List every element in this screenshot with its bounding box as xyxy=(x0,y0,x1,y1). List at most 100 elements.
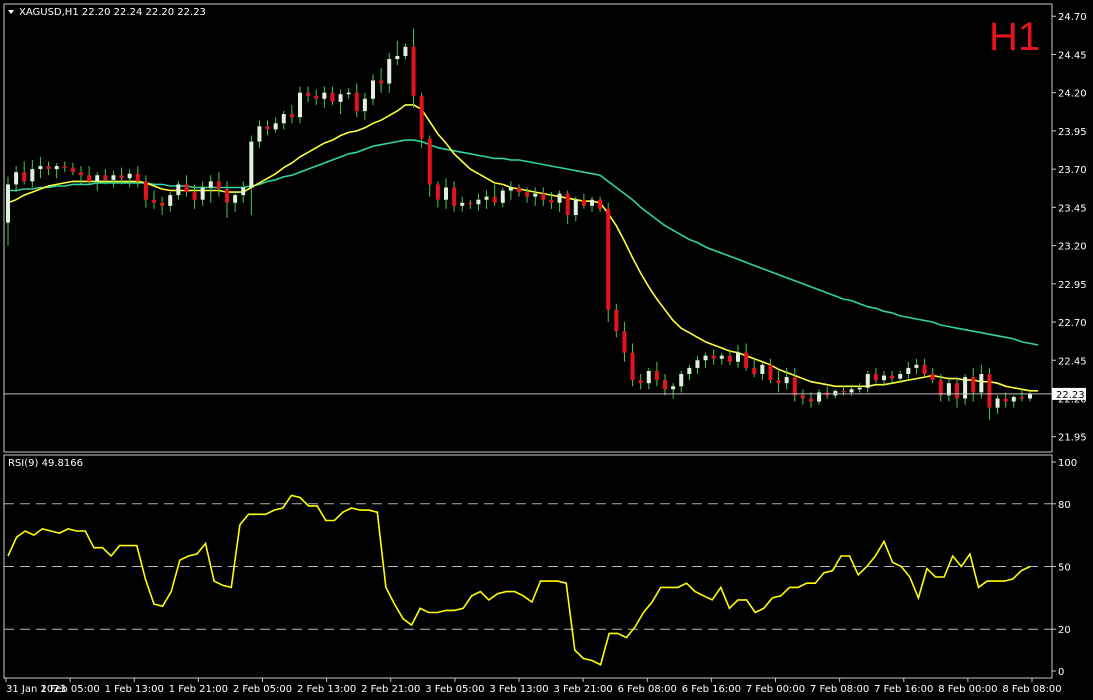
candle-body xyxy=(630,352,635,381)
candle-body xyxy=(289,114,294,118)
candle-body xyxy=(744,352,749,368)
candle-body xyxy=(419,95,424,139)
time-tick-label: 2 Feb 05:00 xyxy=(233,684,292,695)
candle-body xyxy=(573,199,578,216)
candle-body xyxy=(922,364,927,375)
candle-body xyxy=(38,166,43,170)
rsi-tick-label: 50 xyxy=(1058,563,1071,574)
candle-body xyxy=(955,383,959,399)
candle-body xyxy=(46,166,51,170)
time-tick-label: 3 Feb 21:00 xyxy=(554,684,613,695)
price-tick-label: 23.45 xyxy=(1058,203,1087,214)
time-tick-label: 8 Feb 08:00 xyxy=(1002,684,1061,695)
candle-body xyxy=(987,374,992,408)
price-tick-label: 21.95 xyxy=(1058,433,1087,444)
candle-body xyxy=(841,390,846,393)
time-tick-label: 1 Feb 05:00 xyxy=(41,684,100,695)
candle-body xyxy=(792,377,797,396)
candle-body xyxy=(687,367,692,375)
candle-body xyxy=(265,126,270,130)
price-tick-label: 24.70 xyxy=(1058,12,1087,23)
candle-body xyxy=(273,123,278,130)
candle-body xyxy=(671,386,676,390)
candle-body xyxy=(103,175,108,180)
candle-body xyxy=(663,380,667,390)
candle-body xyxy=(768,364,773,381)
candle-body xyxy=(395,55,400,60)
candle-body xyxy=(168,195,173,206)
price-tick-label: 22.95 xyxy=(1058,280,1087,291)
current-price-label: 22.23 xyxy=(1056,390,1085,401)
candle-body xyxy=(387,59,392,84)
candle-body xyxy=(873,374,878,381)
time-tick-label: 7 Feb 08:00 xyxy=(810,684,869,695)
price-tick-label: 23.70 xyxy=(1058,165,1087,176)
candle-body xyxy=(79,172,83,176)
candle-body xyxy=(646,370,651,384)
candle-body xyxy=(95,175,100,182)
candle-body xyxy=(736,352,740,362)
candle[interactable] xyxy=(606,202,611,323)
candle-body xyxy=(476,199,481,205)
candle-body xyxy=(995,398,1000,408)
candle-body xyxy=(111,175,116,180)
candle-body xyxy=(517,187,521,193)
price-tick-label: 22.45 xyxy=(1058,356,1087,367)
candle-body xyxy=(1028,393,1032,399)
candle-body xyxy=(1003,398,1008,402)
candle-body xyxy=(727,355,732,362)
candle-body xyxy=(322,92,327,99)
candle-body xyxy=(184,184,189,193)
candle-body xyxy=(971,377,976,393)
candle-body xyxy=(882,375,886,381)
candle-body xyxy=(963,377,968,399)
rsi-tick-label: 20 xyxy=(1058,625,1071,636)
candle-body xyxy=(776,380,781,384)
time-tick-label: 3 Feb 13:00 xyxy=(489,684,548,695)
candle-body xyxy=(695,360,700,368)
candle-body xyxy=(541,193,546,200)
candle-body xyxy=(508,187,513,191)
price-tick-label: 23.95 xyxy=(1058,127,1087,138)
candle-body xyxy=(752,367,757,375)
chart-svg[interactable]: 24.70 24.45 24.20 23.95 23.70 23.45 23.20 22.95… xyxy=(0,0,1093,700)
time-tick-label: 6 Feb 08:00 xyxy=(618,684,677,695)
candle-body xyxy=(979,374,984,393)
candle-body xyxy=(849,389,854,393)
candle-body xyxy=(703,355,708,361)
candle-body xyxy=(857,387,862,390)
candle-body xyxy=(22,172,27,182)
candle-body xyxy=(427,138,432,185)
candle-body xyxy=(330,92,335,102)
candle-body xyxy=(216,181,221,190)
candle-body xyxy=(119,175,124,179)
time-tick-label: 1 Feb 21:00 xyxy=(169,684,228,695)
rsi-tick-label: 80 xyxy=(1058,500,1071,511)
candle-body xyxy=(6,184,10,223)
price-tick-label: 22.70 xyxy=(1058,318,1087,329)
candle-body xyxy=(938,380,943,396)
candle-body xyxy=(525,192,530,197)
price-tick-label: 24.45 xyxy=(1058,50,1087,61)
candle-body xyxy=(435,184,440,200)
candle-body xyxy=(809,398,813,402)
candle-body xyxy=(800,395,805,399)
candle-body xyxy=(468,202,473,205)
candle-body xyxy=(379,80,384,84)
time-tick-label: 8 Feb 00:00 xyxy=(938,684,997,695)
price-tick-label: 24.20 xyxy=(1058,89,1087,100)
candle-body xyxy=(1019,396,1024,399)
candle-body xyxy=(411,46,416,96)
candle-body xyxy=(403,46,408,56)
candle-body xyxy=(622,331,627,353)
candle-body xyxy=(249,141,254,188)
rsi-tick-label: 100 xyxy=(1058,458,1077,469)
candle-body xyxy=(62,166,67,168)
candle-body xyxy=(598,199,603,209)
candle-body xyxy=(135,173,140,182)
candle-body xyxy=(906,367,911,375)
time-tick-label: 7 Feb 00:00 xyxy=(746,684,805,695)
candle-body xyxy=(14,172,19,185)
candle-body xyxy=(354,92,359,112)
candle-body xyxy=(70,167,75,173)
